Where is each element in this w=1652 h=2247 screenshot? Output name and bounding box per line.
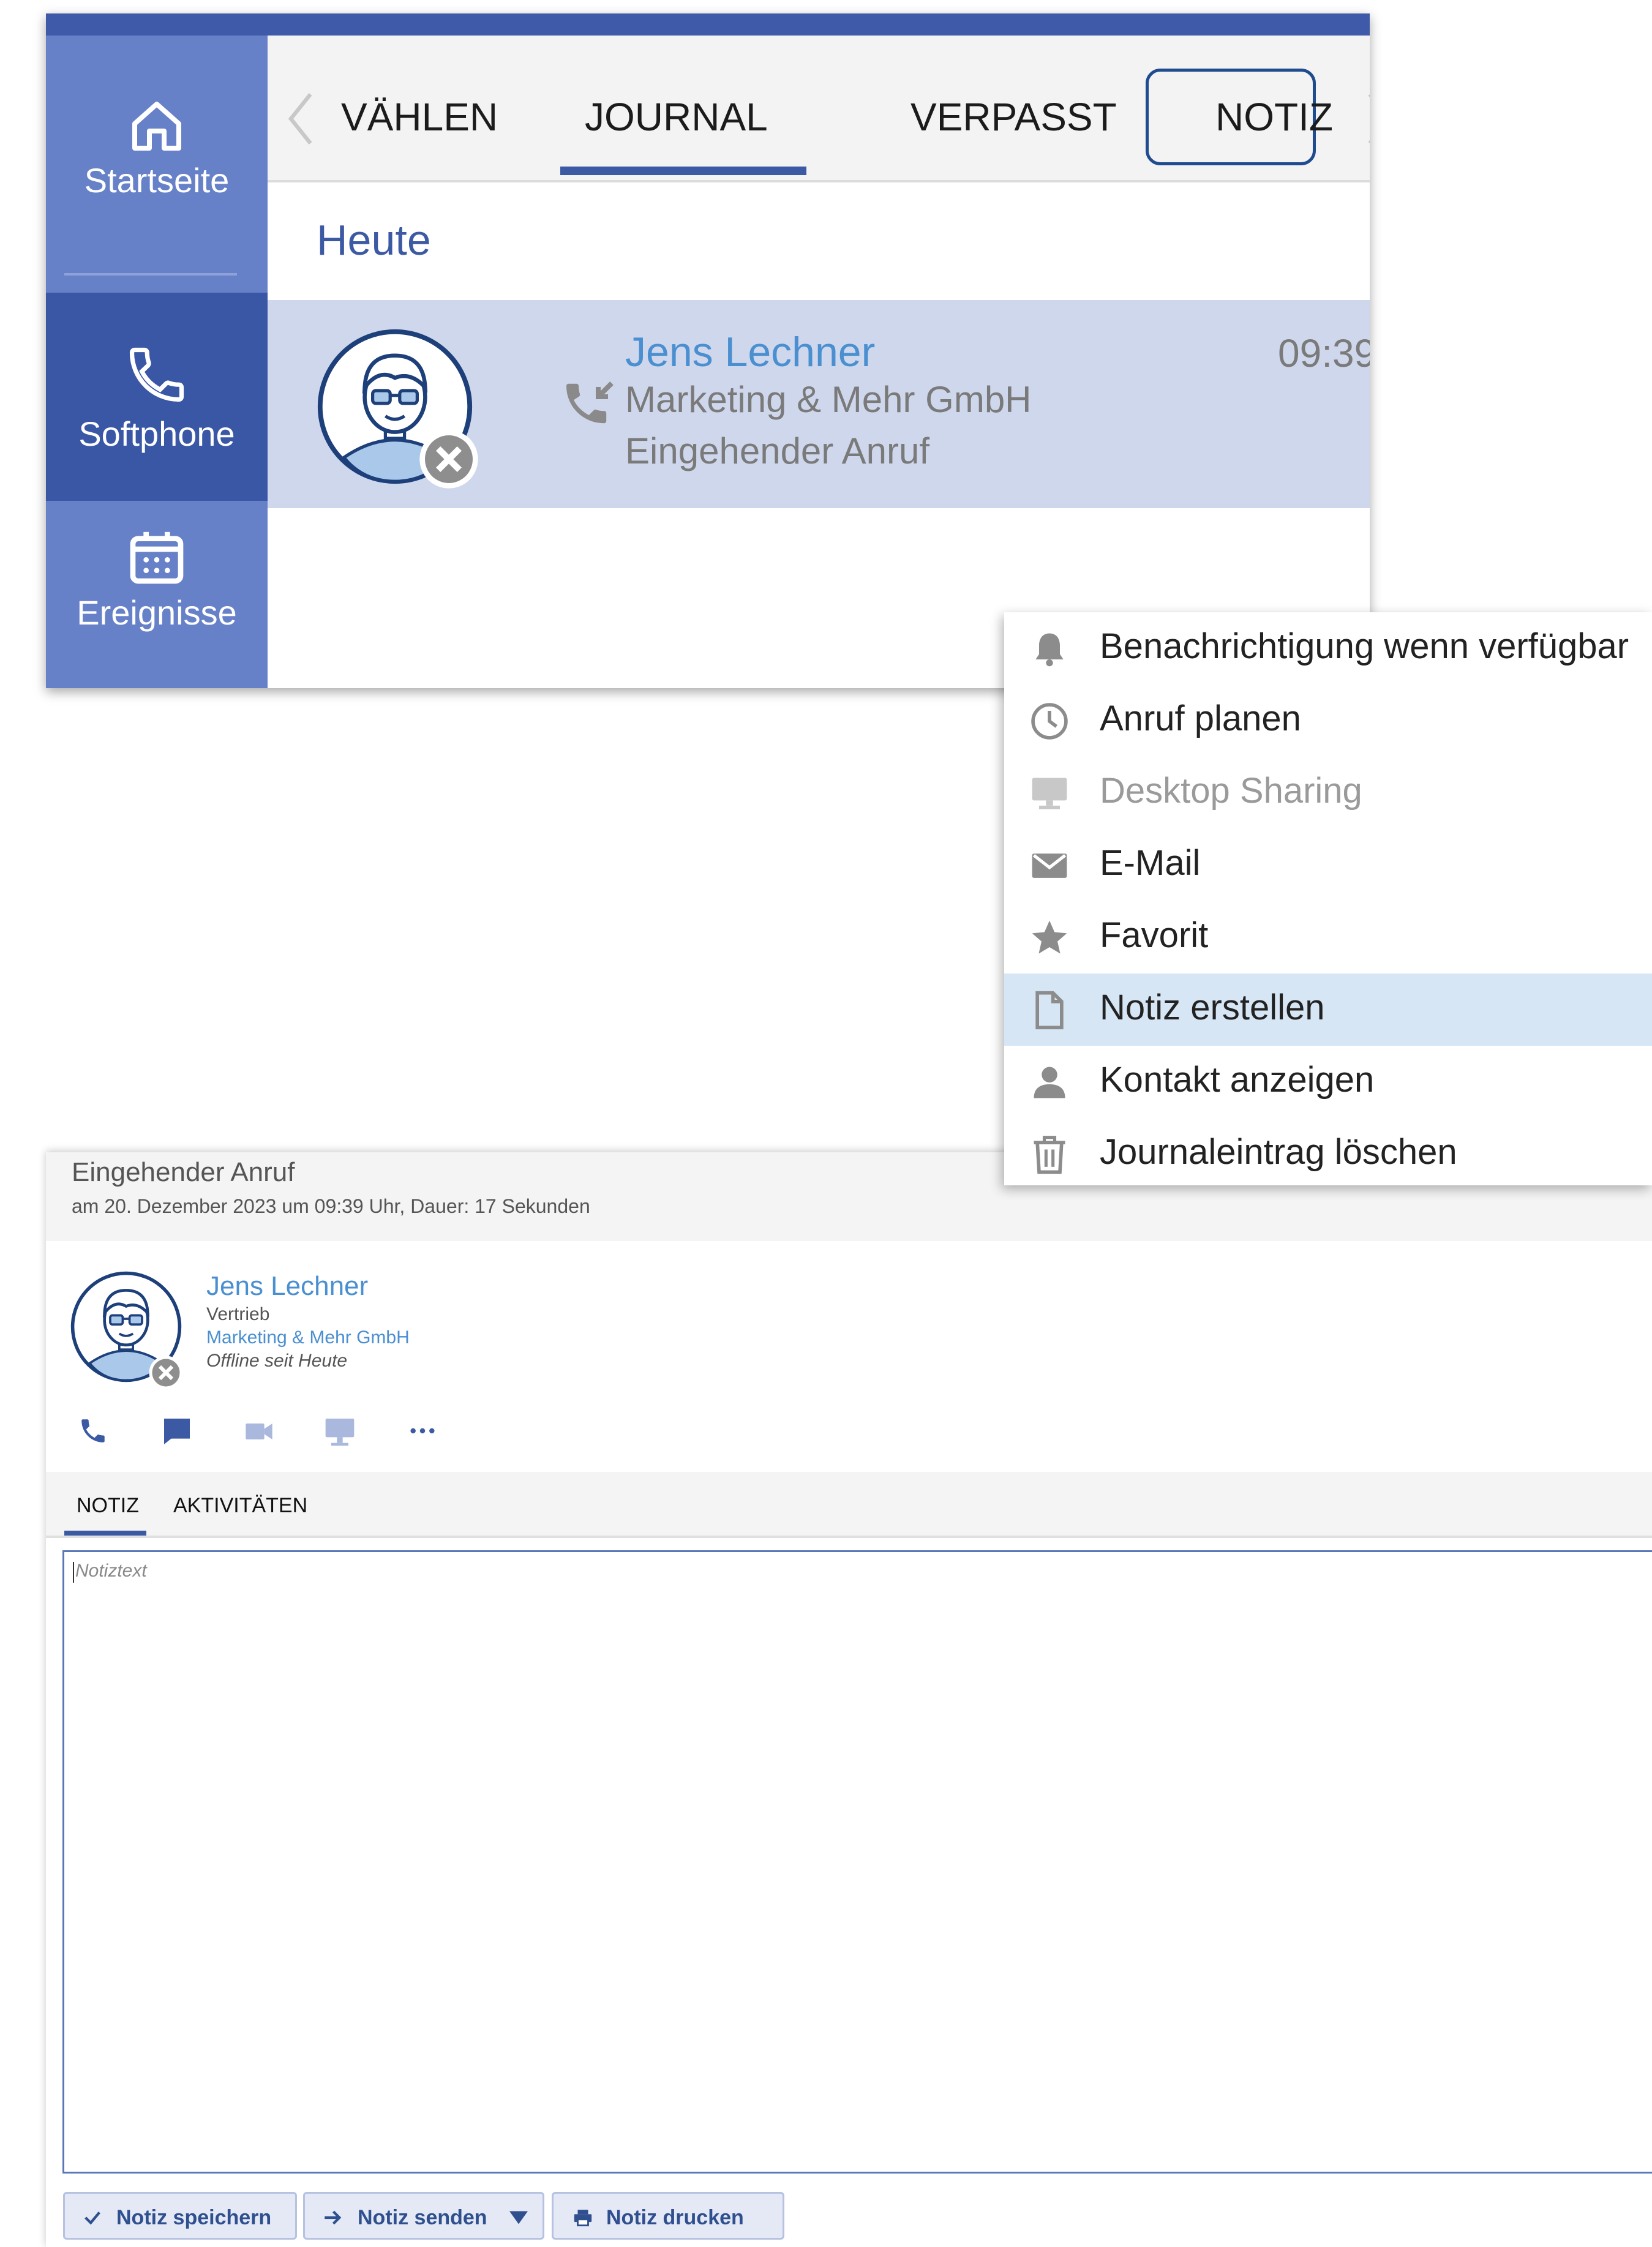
document-icon [1035, 991, 1064, 1030]
call-type: Eingehender Anruf [625, 430, 930, 471]
sidebar-item-ereignisse[interactable]: Ereignisse [46, 525, 268, 685]
softphone-window: Startseite Softphone Ereignisse VÄHLEN J… [46, 13, 1370, 688]
arrow-right-icon [325, 2210, 342, 2225]
menu-item-label: Notiz erstellen [1100, 988, 1325, 1027]
menu-item-benachrichtigung[interactable]: Benachrichtigung wenn verfügbar [1004, 612, 1652, 685]
phone-icon[interactable] [78, 1416, 108, 1446]
printer-icon [574, 2210, 592, 2227]
incoming-call-icon [566, 381, 614, 424]
send-note-label: Notiz senden [358, 2206, 487, 2229]
contact-name[interactable]: Jens Lechner [206, 1271, 368, 1302]
more-icon[interactable] [408, 1422, 437, 1440]
active-tab-indicator [64, 1531, 146, 1536]
sidebar-item-softphone[interactable]: Softphone [46, 293, 268, 501]
menu-item-label: Benachrichtigung wenn verfügbar [1100, 626, 1629, 666]
detail-subtitle: am 20. Dezember 2023 um 09:39 Uhr, Dauer… [72, 1195, 590, 1217]
detail-title: Eingehender Anruf [72, 1157, 295, 1187]
contact-status: Offline seit Heute [206, 1351, 348, 1371]
section-heading-heute: Heute [317, 216, 431, 264]
home-icon [132, 102, 181, 151]
contact-company[interactable]: Marketing & Mehr GmbH [206, 1327, 410, 1348]
menu-item-desktop-sharing[interactable]: Desktop Sharing [1004, 757, 1652, 829]
save-note-label: Notiz speichern [116, 2206, 272, 2229]
tab-bar: VÄHLEN JOURNAL VERPASST NOTIZ [268, 36, 1370, 182]
caret-down-icon[interactable] [509, 2210, 528, 2226]
menu-item-label: Desktop Sharing [1100, 771, 1362, 811]
menu-item-favorit[interactable]: Favorit [1004, 901, 1652, 973]
contact-department: Vertrieb [206, 1304, 270, 1324]
person-icon [1034, 1067, 1065, 1098]
chevron-right-icon[interactable] [1365, 89, 1370, 148]
call-time: 09:39 [1278, 331, 1370, 375]
bell-icon [1035, 633, 1064, 667]
chevron-left-icon[interactable] [286, 89, 315, 148]
menu-item-label: Favorit [1100, 915, 1209, 955]
video-icon[interactable] [242, 1416, 276, 1447]
journal-entry[interactable]: Jens Lechner Marketing & Mehr GmbH Einge… [268, 300, 1370, 508]
window-top-bar [46, 13, 1370, 36]
tab-notiz[interactable]: NOTIZ [1215, 94, 1333, 140]
sidebar-item-label: Startseite [84, 161, 230, 200]
trash-icon [1034, 1136, 1065, 1174]
sidebar-item-label: Ereignisse [77, 593, 237, 632]
save-note-button[interactable]: Notiz speichern [63, 2192, 297, 2240]
note-textarea[interactable]: Notiztext [62, 1550, 1652, 2174]
detail-tabs: NOTIZ AKTIVITÄTEN [46, 1472, 1652, 1538]
menu-item-label: E-Mail [1100, 843, 1201, 883]
send-note-button[interactable]: Notiz senden [303, 2192, 544, 2240]
menu-item-label: Kontakt anzeigen [1100, 1060, 1375, 1100]
sidebar: Startseite Softphone Ereignisse [46, 36, 268, 688]
menu-item-journaleintrag-loeschen[interactable]: Journaleintrag löschen [1004, 1118, 1652, 1190]
calendar-icon [130, 531, 184, 584]
phone-icon [129, 347, 184, 402]
monitor-icon [1032, 778, 1067, 809]
menu-item-kontakt-anzeigen[interactable]: Kontakt anzeigen [1004, 1046, 1652, 1118]
mail-icon [1032, 853, 1067, 878]
active-tab-indicator [560, 167, 806, 175]
tab-aktivitaeten[interactable]: AKTIVITÄTEN [173, 1494, 307, 1518]
tab-notiz[interactable]: NOTIZ [77, 1494, 139, 1518]
menu-item-email[interactable]: E-Mail [1004, 829, 1652, 901]
clock-icon [1031, 703, 1068, 740]
offline-status-icon [419, 430, 478, 489]
screen-share-icon[interactable] [323, 1414, 357, 1449]
menu-item-notiz-erstellen[interactable]: Notiz erstellen [1004, 973, 1652, 1046]
tab-verpasst[interactable]: VERPASST [910, 94, 1117, 140]
call-detail-panel: Eingehender Anruf am 20. Dezember 2023 u… [46, 1152, 1652, 2247]
tab-journal[interactable]: JOURNAL [585, 94, 768, 140]
contact-name[interactable]: Jens Lechner [625, 328, 875, 376]
context-menu: Benachrichtigung wenn verfügbar Anruf pl… [1004, 612, 1652, 1185]
chat-icon[interactable] [160, 1414, 194, 1449]
print-note-label: Notiz drucken [606, 2206, 744, 2229]
sidebar-item-startseite[interactable]: Startseite [46, 97, 268, 256]
check-icon [84, 2211, 100, 2225]
note-placeholder: Notiztext [75, 1561, 147, 1581]
text-caret [73, 1562, 74, 1583]
star-icon [1032, 920, 1067, 954]
sidebar-divider [64, 273, 237, 276]
menu-item-anruf-planen[interactable]: Anruf planen [1004, 685, 1652, 757]
tab-waehlen[interactable]: VÄHLEN [341, 94, 498, 140]
contact-company: Marketing & Mehr GmbH [625, 379, 1032, 420]
offline-status-icon [149, 1356, 183, 1390]
print-note-button[interactable]: Notiz drucken [552, 2192, 784, 2240]
menu-item-label: Anruf planen [1100, 699, 1301, 738]
menu-item-label: Journaleintrag löschen [1100, 1132, 1457, 1172]
sidebar-item-label: Softphone [78, 415, 235, 453]
